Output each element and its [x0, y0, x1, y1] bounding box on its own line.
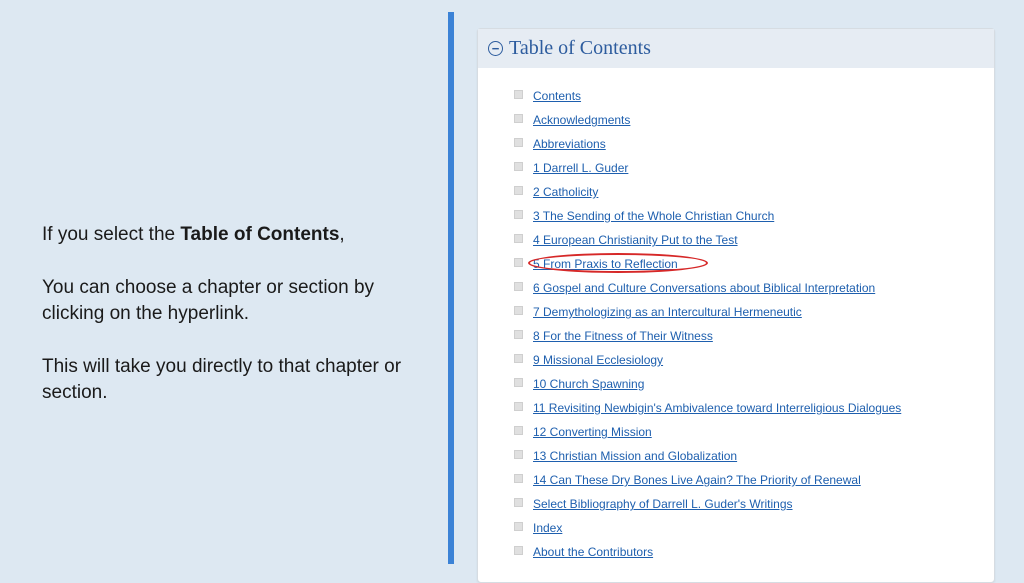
toc-header[interactable]: − Table of Contents — [478, 29, 994, 68]
toc-item: Acknowledgments — [514, 108, 982, 132]
toc-link[interactable]: Select Bibliography of Darrell L. Guder'… — [533, 495, 793, 513]
toc-header-title: Table of Contents — [509, 37, 651, 60]
toc-item: 10 Church Spawning — [514, 372, 982, 396]
toc-list: Contents Acknowledgments Abbreviations 1 Da… — [514, 84, 982, 564]
bullet-square-icon — [514, 498, 523, 507]
bullet-square-icon — [514, 426, 523, 435]
bullet-square-icon — [514, 402, 523, 411]
collapse-minus-icon[interactable]: − — [488, 41, 503, 56]
toc-item: Select Bibliography of Darrell L. Guder'… — [514, 492, 982, 516]
toc-item: 9 Missional Ecclesiology — [514, 348, 982, 372]
bullet-square-icon — [514, 210, 523, 219]
toc-item: Index — [514, 516, 982, 540]
toc-item: Abbreviations — [514, 132, 982, 156]
toc-item: 14 Can These Dry Bones Live Again? The P… — [514, 468, 982, 492]
bullet-square-icon — [514, 138, 523, 147]
toc-item: 3 The Sending of the Whole Christian Chu… — [514, 204, 982, 228]
bullet-square-icon — [514, 90, 523, 99]
toc-link[interactable]: 1 Darrell L. Guder — [533, 159, 628, 177]
instruction-line-1: If you select the Table of Contents, — [42, 222, 422, 249]
toc-link[interactable]: Acknowledgments — [533, 111, 630, 129]
instruction-line-2: You can choose a chapter or section by c… — [42, 275, 422, 328]
toc-link[interactable]: 2 Catholicity — [533, 183, 598, 201]
bullet-square-icon — [514, 474, 523, 483]
toc-item: Contents — [514, 84, 982, 108]
instr-1-prefix: If you select the — [42, 224, 180, 245]
toc-item: 13 Christian Mission and Globalization — [514, 444, 982, 468]
toc-link[interactable]: 6 Gospel and Culture Conversations about… — [533, 279, 875, 297]
toc-link[interactable]: 3 The Sending of the Whole Christian Chu… — [533, 207, 774, 225]
toc-link[interactable]: 7 Demythologizing as an Intercultural He… — [533, 303, 802, 321]
toc-item: 4 European Christianity Put to the Test — [514, 228, 982, 252]
instruction-line-3: This will take you directly to that chap… — [42, 354, 422, 407]
instruction-panel: If you select the Table of Contents, You… — [42, 222, 422, 433]
instr-1-suffix: , — [339, 224, 344, 245]
toc-link[interactable]: 5 From Praxis to Reflection — [533, 255, 678, 273]
toc-link[interactable]: 14 Can These Dry Bones Live Again? The P… — [533, 471, 861, 489]
toc-item: 11 Revisiting Newbigin's Ambivalence tow… — [514, 396, 982, 420]
vertical-divider — [448, 12, 454, 564]
bullet-square-icon — [514, 162, 523, 171]
bullet-square-icon — [514, 114, 523, 123]
toc-link[interactable]: Contents — [533, 87, 581, 105]
toc-item: 12 Converting Mission — [514, 420, 982, 444]
bullet-square-icon — [514, 330, 523, 339]
toc-body: Contents Acknowledgments Abbreviations 1 Da… — [478, 68, 994, 582]
toc-link[interactable]: 11 Revisiting Newbigin's Ambivalence tow… — [533, 399, 901, 417]
toc-item: 5 From Praxis to Reflection — [514, 252, 982, 276]
toc-card: − Table of Contents Contents Acknowledgme… — [477, 28, 995, 583]
bullet-square-icon — [514, 450, 523, 459]
toc-item: About the Contributors — [514, 540, 982, 564]
toc-link[interactable]: 13 Christian Mission and Globalization — [533, 447, 737, 465]
bullet-square-icon — [514, 354, 523, 363]
bullet-square-icon — [514, 522, 523, 531]
toc-link[interactable]: About the Contributors — [533, 543, 653, 561]
toc-link[interactable]: 9 Missional Ecclesiology — [533, 351, 663, 369]
toc-item: 2 Catholicity — [514, 180, 982, 204]
bullet-square-icon — [514, 234, 523, 243]
toc-link[interactable]: 12 Converting Mission — [533, 423, 652, 441]
highlight-oval-icon — [528, 253, 708, 273]
toc-item: 7 Demythologizing as an Intercultural He… — [514, 300, 982, 324]
bullet-square-icon — [514, 378, 523, 387]
toc-item: 8 For the Fitness of Their Witness — [514, 324, 982, 348]
toc-item: 6 Gospel and Culture Conversations about… — [514, 276, 982, 300]
instr-1-bold: Table of Contents — [180, 224, 339, 245]
toc-link[interactable]: 8 For the Fitness of Their Witness — [533, 327, 713, 345]
toc-link[interactable]: Abbreviations — [533, 135, 606, 153]
bullet-square-icon — [514, 306, 523, 315]
toc-link[interactable]: 4 European Christianity Put to the Test — [533, 231, 738, 249]
bullet-square-icon — [514, 258, 523, 267]
toc-link[interactable]: 10 Church Spawning — [533, 375, 644, 393]
toc-link[interactable]: Index — [533, 519, 562, 537]
bullet-square-icon — [514, 546, 523, 555]
bullet-square-icon — [514, 282, 523, 291]
toc-item: 1 Darrell L. Guder — [514, 156, 982, 180]
bullet-square-icon — [514, 186, 523, 195]
